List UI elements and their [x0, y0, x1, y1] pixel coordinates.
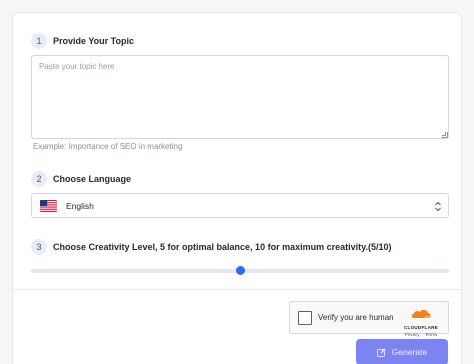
step-creativity: 3 Choose Creativity Level, 5 for optimal… — [31, 239, 391, 255]
step-number: 1 — [31, 33, 47, 49]
cloudflare-logo: CLOUDFLARE Privacy · Terms — [400, 306, 442, 337]
topic-input[interactable] — [31, 55, 449, 139]
captcha-label: Verify you are human — [318, 313, 394, 322]
step-label: Provide Your Topic — [53, 36, 135, 46]
step-topic: 1 Provide Your Topic — [31, 33, 134, 49]
slider-thumb[interactable] — [235, 266, 245, 275]
step-label: Choose Creativity Level, 5 for optimal b… — [53, 242, 392, 252]
cloud-icon — [411, 309, 431, 318]
step-number: 2 — [31, 171, 47, 187]
language-select[interactable]: English — [31, 193, 449, 218]
us-flag-icon — [40, 199, 57, 212]
privacy-link[interactable]: Privacy — [405, 332, 420, 337]
step-number: 3 — [31, 239, 47, 255]
captcha-widget: Verify you are human CLOUDFLARE Privacy ·… — [289, 301, 449, 337]
terms-link[interactable]: Terms — [425, 332, 437, 337]
captcha-links: Privacy · Terms — [400, 332, 442, 337]
edit-icon — [376, 348, 386, 357]
cloudflare-wordmark: CLOUDFLARE — [404, 325, 438, 330]
creativity-slider[interactable] — [31, 265, 449, 277]
generator-card: 1 Provide Your Topic Example: Importance… — [12, 12, 462, 364]
language-value: English — [66, 200, 94, 211]
resize-handle-icon[interactable] — [442, 132, 448, 138]
link-separator: · — [421, 332, 424, 337]
generate-button[interactable]: Generate — [356, 339, 448, 364]
generate-label: Generate — [391, 347, 428, 357]
step-label: Choose Language — [53, 174, 132, 184]
step-language: 2 Choose Language — [31, 171, 131, 187]
chevron-updown-icon — [435, 201, 441, 212]
captcha-checkbox[interactable] — [298, 310, 312, 325]
divider — [13, 289, 461, 290]
topic-example: Example: Importance of SEO in marketing — [33, 142, 183, 151]
